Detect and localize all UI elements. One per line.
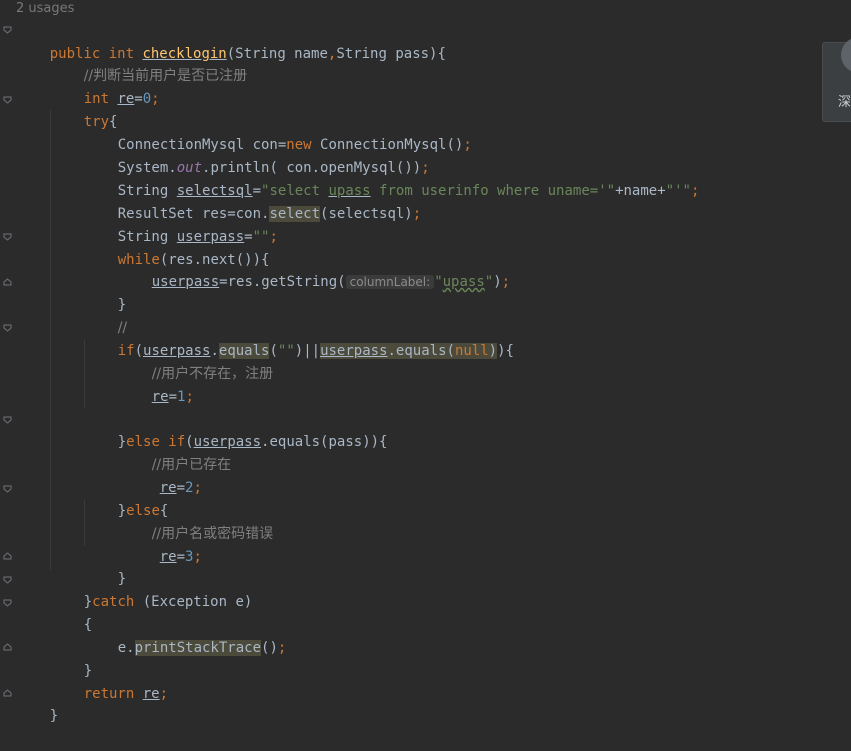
code-line[interactable]: return re; <box>50 660 168 702</box>
code-line[interactable]: } <box>84 271 126 313</box>
fold-icon[interactable] <box>3 25 12 34</box>
variable: re <box>151 389 169 405</box>
keyword: return <box>83 686 143 702</box>
punct: ; <box>193 549 202 565</box>
code-line[interactable]: //用户不存在，注册 <box>118 340 273 382</box>
code-line[interactable]: }else{ <box>84 477 169 519</box>
code-text: = <box>176 549 186 565</box>
string: " <box>484 274 494 290</box>
code-line[interactable]: //判断当前用户是否已注册 <box>50 42 247 84</box>
code-line[interactable]: }else if(userpass.equals(pass)){ <box>84 408 388 450</box>
code-editor[interactable]: 2 usages public int checklogin(String na… <box>0 0 851 724</box>
code-line[interactable]: ConnectionMysql con=new ConnectionMysql(… <box>84 111 472 153</box>
code-line[interactable]: // <box>84 294 127 336</box>
keyword: catch <box>92 594 143 610</box>
code-text: = <box>134 91 143 107</box>
variable: re <box>142 686 160 702</box>
parameter-hint: columnLabel: <box>345 275 435 289</box>
punct: ; <box>269 229 278 245</box>
variable: re <box>159 549 177 565</box>
fold-end-icon[interactable] <box>3 643 12 652</box>
fold-icon[interactable] <box>3 484 12 493</box>
code-text: e. <box>117 640 135 656</box>
fold-icon[interactable] <box>3 575 12 584</box>
code-line[interactable]: String userpass=""; <box>84 203 278 245</box>
code-line[interactable]: try{ <box>50 88 118 130</box>
usages-hint[interactable]: 2 usages <box>16 0 74 18</box>
punct: ; <box>501 274 511 290</box>
code-line[interactable]: userpass=res.getString(columnLabel: "upas… <box>118 248 510 290</box>
punct: ; <box>151 91 160 107</box>
keyword: null <box>454 343 489 359</box>
highlighted-method: printStackTrace <box>134 640 262 656</box>
floating-side-widget[interactable]: 深 <box>822 37 851 122</box>
punct: ; <box>185 389 194 405</box>
avatar <box>841 37 851 73</box>
string: "" <box>277 343 295 359</box>
code-text: String pass){ <box>336 46 446 62</box>
code-text: +name+ <box>615 183 666 199</box>
punct: ; <box>463 137 472 153</box>
punct: ; <box>412 206 422 222</box>
code-line[interactable]: } <box>84 545 126 587</box>
fold-end-icon[interactable] <box>3 278 12 287</box>
string: "'" <box>665 183 691 199</box>
code-line[interactable]: re=2; <box>126 454 202 496</box>
fold-icon[interactable] <box>3 598 12 607</box>
code-line[interactable]: e.printStackTrace(); <box>84 614 286 656</box>
code-line[interactable]: //用户已存在 <box>118 431 231 473</box>
code-line[interactable]: //用户名或密码错误 <box>118 500 273 542</box>
highlighted-call: ) <box>488 343 498 359</box>
code-text: (Exception e) <box>142 594 253 610</box>
fold-icon[interactable] <box>3 95 12 104</box>
code-text: } <box>49 708 59 724</box>
code-line[interactable]: public int checklogin(String name,String… <box>16 20 446 62</box>
code-line[interactable]: System.out.println( con.openMysql()); <box>84 134 430 176</box>
code-text: )|| <box>294 343 321 359</box>
code-line[interactable]: }catch (Exception e) <box>50 568 253 610</box>
number: 0 <box>142 91 152 107</box>
gutter <box>0 0 14 702</box>
code-line[interactable]: re=1; <box>118 363 194 405</box>
punct: ; <box>159 686 169 702</box>
code-line[interactable]: while(res.next()){ <box>84 226 270 268</box>
code-line[interactable]: re=3; <box>126 523 202 565</box>
code-text: ){ <box>497 343 514 359</box>
code-text: (selectsql) <box>320 206 413 222</box>
fold-icon[interactable] <box>3 323 12 332</box>
fold-icon[interactable] <box>3 415 12 424</box>
code-text: =res.getString( <box>219 274 346 290</box>
indent-guide <box>50 110 51 570</box>
code-line[interactable]: if(userpass.equals("")||userpass.equals(… <box>84 317 514 359</box>
punct: ; <box>277 640 287 656</box>
fold-end-icon[interactable] <box>3 689 12 698</box>
code-text: = <box>176 480 186 496</box>
code-text: () <box>261 640 278 656</box>
code-line[interactable]: { <box>50 591 92 633</box>
variable: re <box>117 91 135 107</box>
code-line[interactable]: String selectsql="select upass from user… <box>84 157 700 199</box>
highlighted-call: .equals( <box>387 343 455 359</box>
code-line[interactable]: int re=0; <box>50 65 160 107</box>
punct: ; <box>690 183 700 199</box>
code-text: ) <box>493 274 502 290</box>
fold-end-icon[interactable] <box>3 552 12 561</box>
string: upass <box>442 274 485 290</box>
side-widget-label: 深 <box>838 95 851 110</box>
code-line[interactable]: } <box>50 637 92 679</box>
code-line[interactable]: ResultSet res=con.select(selectsql); <box>84 180 421 222</box>
variable: userpass <box>320 343 388 359</box>
variable: userpass <box>151 274 220 290</box>
punct: ; <box>193 480 202 496</box>
string: " <box>434 274 443 290</box>
code-text: .equals(pass)){ <box>261 434 388 450</box>
fold-icon[interactable] <box>3 232 12 241</box>
code-text: = <box>168 389 178 405</box>
